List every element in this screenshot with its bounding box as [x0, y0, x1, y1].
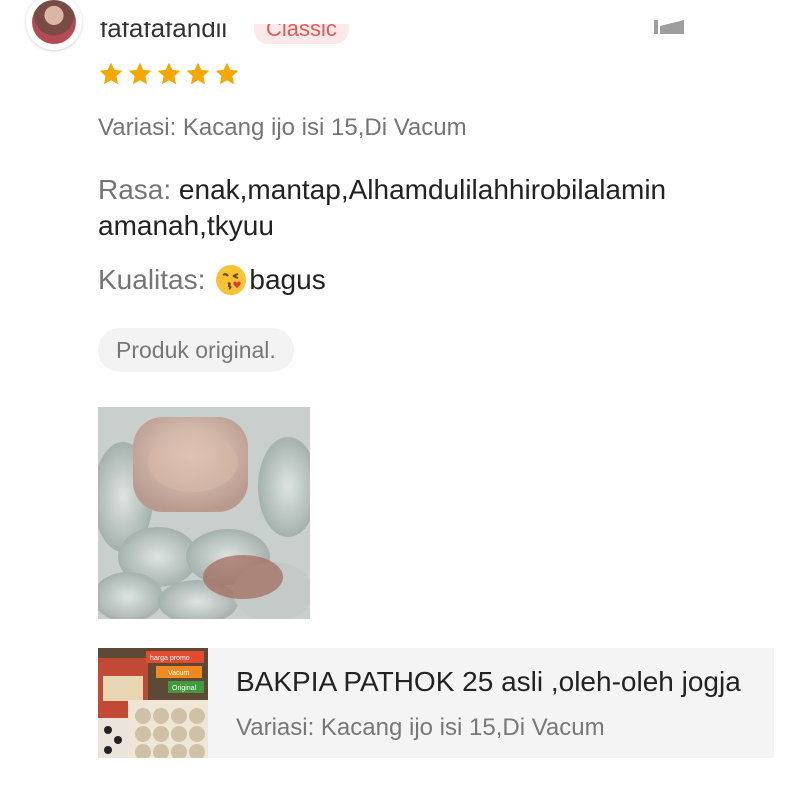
- star-icon: [157, 62, 181, 85]
- tier-badge: Classic: [254, 24, 349, 44]
- product-card[interactable]: harga promo Vacum Original BAKPIA PATHOK…: [98, 648, 774, 758]
- kualitas-value: bagus: [249, 264, 326, 295]
- avatar-image: [32, 0, 76, 44]
- kualitas-label: Kualitas:: [98, 264, 206, 295]
- kualitas-line: Kualitas: bagus: [98, 262, 768, 298]
- star-icon: [128, 62, 152, 85]
- star-icon: [99, 62, 123, 85]
- product-thumbnail: harga promo Vacum Original: [98, 648, 208, 758]
- rasa-label: Rasa:: [98, 174, 172, 205]
- star-icon: [215, 62, 239, 85]
- more-options-icon[interactable]: [654, 18, 686, 38]
- thumb-label-promo: harga promo: [150, 655, 190, 662]
- review-photo[interactable]: [98, 407, 310, 619]
- review-variation: Variasi: Kacang ijo isi 15,Di Vacum: [98, 114, 467, 141]
- rasa-value: enak,mantap,Alhamdulilahhirobilalamin am…: [98, 174, 667, 241]
- product-thumbnail-image: harga promo Vacum Original: [98, 648, 208, 758]
- star-icon: [186, 62, 210, 85]
- review-tag-chip: Produk original.: [98, 328, 294, 372]
- rating-stars: [98, 61, 240, 87]
- product-name: BAKPIA PATHOK 25 asli ,oleh-oleh jogja: [236, 666, 741, 697]
- kissing-face-emoji-icon: [216, 265, 247, 295]
- reviewer-username[interactable]: fafafafandii: [100, 22, 250, 42]
- thumb-label-original: Original: [172, 685, 197, 692]
- reviewer-avatar[interactable]: [26, 0, 82, 50]
- rasa-line: Rasa: enak,mantap,Alhamdulilahhirobilala…: [98, 172, 768, 244]
- review-photo-image: [98, 407, 310, 619]
- thumb-label-vacum: Vacum: [168, 670, 189, 677]
- product-variation: Variasi: Kacang ijo isi 15,Di Vacum: [236, 714, 605, 741]
